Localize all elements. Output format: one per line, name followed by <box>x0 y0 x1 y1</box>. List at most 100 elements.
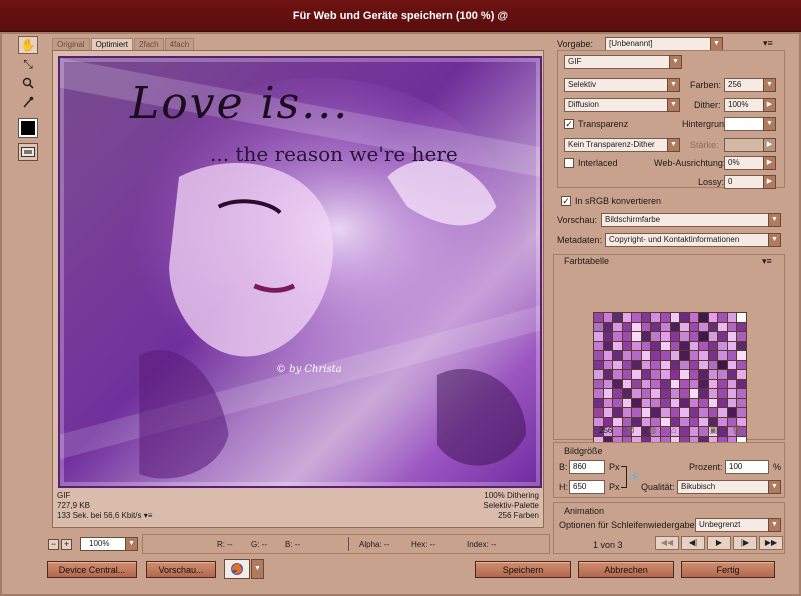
format-select[interactable]: GIF ▼ <box>564 55 682 69</box>
color-swatch[interactable] <box>641 379 651 389</box>
color-swatch[interactable] <box>603 360 613 370</box>
color-swatch[interactable] <box>670 322 680 332</box>
color-swatch[interactable] <box>594 332 603 341</box>
color-swatch[interactable] <box>622 370 632 379</box>
color-swatch[interactable] <box>622 379 632 389</box>
chevron-right-icon[interactable]: ▶ <box>763 98 776 112</box>
trash-icon[interactable]: 🗑 <box>731 425 742 436</box>
color-swatch[interactable] <box>632 322 641 332</box>
color-swatch[interactable] <box>708 341 718 351</box>
color-swatch[interactable] <box>680 427 689 436</box>
color-swatch[interactable] <box>737 379 746 389</box>
chevron-down-icon[interactable]: ▼ <box>667 78 680 92</box>
chevron-down-icon[interactable]: ▼ <box>763 117 776 131</box>
srgb-checkbox[interactable]: ✓ <box>561 196 571 206</box>
color-swatch[interactable] <box>699 313 708 322</box>
color-swatch[interactable] <box>641 398 651 408</box>
color-swatch[interactable] <box>622 398 632 408</box>
color-swatch[interactable] <box>670 379 680 389</box>
color-swatch[interactable] <box>708 332 718 341</box>
color-swatch[interactable] <box>594 398 603 408</box>
color-swatch[interactable] <box>670 313 680 322</box>
new-color-icon[interactable]: ▣ <box>709 425 718 436</box>
color-swatch[interactable] <box>689 360 699 370</box>
color-swatch[interactable] <box>727 332 737 341</box>
color-swatch[interactable] <box>613 341 622 351</box>
color-swatch[interactable] <box>718 427 727 436</box>
color-swatch[interactable] <box>718 398 727 408</box>
color-swatch[interactable] <box>718 341 727 351</box>
color-swatch[interactable] <box>727 408 737 417</box>
color-swatch[interactable] <box>613 417 622 427</box>
color-swatch[interactable] <box>689 332 699 341</box>
color-swatch[interactable] <box>689 427 699 436</box>
color-swatch[interactable] <box>708 322 718 332</box>
color-swatch[interactable] <box>641 313 651 322</box>
chevron-down-icon[interactable]: ▼ <box>768 480 781 494</box>
color-swatch[interactable] <box>737 408 746 417</box>
color-swatch[interactable] <box>708 370 718 379</box>
loop-options-select[interactable]: Unbegrenzt ▼ <box>695 518 781 532</box>
color-swatch[interactable] <box>641 360 651 370</box>
color-swatch[interactable] <box>594 322 603 332</box>
color-swatch[interactable] <box>622 360 632 370</box>
last-frame-button[interactable]: ▶▶ <box>759 536 783 550</box>
color-swatch[interactable] <box>708 360 718 370</box>
dither-algorithm-select[interactable]: Diffusion ▼ <box>564 98 680 112</box>
colors-select[interactable]: 256 ▼ <box>724 78 776 92</box>
color-swatch[interactable] <box>651 370 660 379</box>
color-swatch[interactable] <box>699 389 708 398</box>
color-swatch[interactable] <box>689 322 699 332</box>
color-swatch[interactable] <box>737 360 746 370</box>
tab-2up[interactable]: 2fach <box>134 38 164 50</box>
color-swatch[interactable] <box>727 379 737 389</box>
color-swatch[interactable] <box>660 341 670 351</box>
color-swatch[interactable] <box>670 332 680 341</box>
color-swatch[interactable] <box>651 341 660 351</box>
color-swatch[interactable] <box>660 389 670 398</box>
color-swatch[interactable] <box>594 379 603 389</box>
color-swatch[interactable] <box>651 351 660 360</box>
tab-original[interactable]: Original <box>52 38 90 50</box>
color-swatch[interactable] <box>708 313 718 322</box>
color-swatch[interactable] <box>632 389 641 398</box>
color-swatch[interactable] <box>651 408 660 417</box>
color-swatch[interactable] <box>680 322 689 332</box>
color-swatch[interactable] <box>632 398 641 408</box>
color-swatch[interactable] <box>699 398 708 408</box>
preview-button[interactable]: Vorschau... <box>146 561 216 578</box>
color-swatch[interactable] <box>632 370 641 379</box>
color-swatch[interactable] <box>699 332 708 341</box>
lossy-select[interactable]: 0 ▶ <box>724 175 776 189</box>
color-swatch[interactable] <box>613 322 622 332</box>
device-central-button[interactable]: Device Central... <box>47 561 137 578</box>
color-swatch[interactable] <box>727 322 737 332</box>
color-swatch[interactable] <box>680 370 689 379</box>
color-swatch[interactable] <box>699 322 708 332</box>
color-table-menu-icon[interactable]: ▾≡ <box>762 256 772 267</box>
color-swatch[interactable] <box>641 389 651 398</box>
color-swatch[interactable] <box>737 313 746 322</box>
color-swatch[interactable] <box>699 370 708 379</box>
preview-mode-select[interactable]: Bildschirmfarbe ▼ <box>601 213 781 227</box>
color-swatch[interactable] <box>737 389 746 398</box>
previous-frame-button[interactable]: ◀| <box>681 536 705 550</box>
color-swatch[interactable] <box>613 332 622 341</box>
zoom-level-select[interactable]: 100% ▼ <box>80 537 138 551</box>
color-swatch[interactable] <box>622 322 632 332</box>
chevron-down-icon[interactable]: ▼ <box>768 213 781 227</box>
color-swatch[interactable] <box>689 370 699 379</box>
color-swatch[interactable] <box>699 427 708 436</box>
tab-4up[interactable]: 4fach <box>164 38 195 50</box>
chain-link-icon[interactable]: 🔗 <box>629 472 639 481</box>
color-swatch[interactable] <box>641 341 651 351</box>
zoom-in-button[interactable]: + <box>61 538 72 550</box>
color-swatch[interactable] <box>718 417 727 427</box>
color-swatch[interactable] <box>718 379 727 389</box>
color-swatch[interactable] <box>737 370 746 379</box>
color-swatch[interactable] <box>708 389 718 398</box>
color-swatch[interactable] <box>737 322 746 332</box>
height-input[interactable]: 650 <box>569 480 605 494</box>
matte-color-select[interactable]: ▼ <box>724 117 776 131</box>
color-swatch[interactable] <box>680 379 689 389</box>
